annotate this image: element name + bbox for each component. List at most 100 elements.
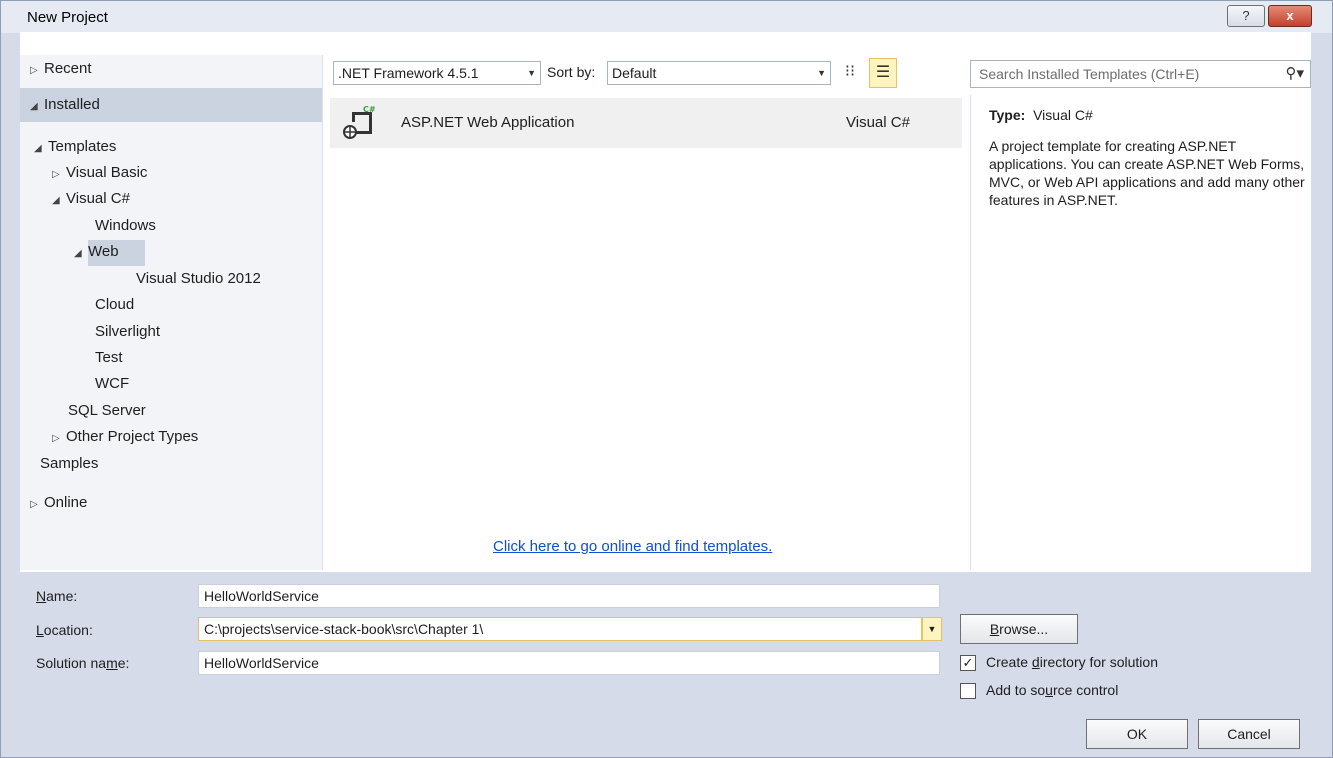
mnemonic: B xyxy=(989,621,1000,637)
solution-name-label: Solution name: xyxy=(36,655,129,671)
close-button[interactable]: x xyxy=(1268,5,1312,27)
dropdown-arrow-icon: ▼ xyxy=(817,68,826,78)
tree-item-templates[interactable]: ◢ Templates xyxy=(34,138,116,155)
expand-arrow-icon: ▷ xyxy=(52,169,60,180)
label-text: Create xyxy=(986,654,1032,670)
template-info-panel: Type: Visual C# A project template for c… xyxy=(970,95,1311,570)
tree-item-web[interactable]: ◢ Web xyxy=(74,243,119,260)
add-to-source-control-label: Add to source control xyxy=(986,682,1118,698)
dropdown-arrow-icon: ▼ xyxy=(927,624,937,634)
type-value: Visual C# xyxy=(1033,107,1093,123)
collapse-arrow-icon: ◢ xyxy=(74,248,82,259)
tree-item-wcf[interactable]: WCF xyxy=(95,375,129,392)
framework-select[interactable]: .NET Framework 4.5.1 ▼ xyxy=(333,61,541,85)
label-text: Solution na xyxy=(36,655,107,671)
label-text: irectory for solution xyxy=(1039,654,1158,670)
tree-item-samples[interactable]: Samples xyxy=(40,455,98,472)
tree-item-other-project-types[interactable]: ▷ Other Project Types xyxy=(52,428,198,445)
ok-button[interactable]: OK xyxy=(1086,719,1188,749)
small-icons-view-button[interactable]: ⁝⁝ xyxy=(836,58,864,88)
create-directory-checkbox[interactable]: ✓ xyxy=(960,655,976,671)
sort-select[interactable]: Default ▼ xyxy=(607,61,831,85)
tree-item-recent[interactable]: ▷ Recent xyxy=(30,60,92,77)
tree-item-sql-server[interactable]: SQL Server xyxy=(68,402,146,419)
solution-name-field[interactable]: HelloWorldService xyxy=(198,651,940,675)
tree-item-windows[interactable]: Windows xyxy=(95,217,156,234)
tree-label: Online xyxy=(44,494,88,511)
mnemonic: u xyxy=(1045,682,1053,698)
tree-label: Recent xyxy=(44,60,92,77)
label-text: e: xyxy=(117,655,130,671)
collapse-arrow-icon: ◢ xyxy=(34,143,42,154)
template-name: ASP.NET Web Application xyxy=(401,114,575,131)
tree-label: Visual Studio 2012 xyxy=(136,270,261,287)
tree-item-visual-studio-2012[interactable]: Visual Studio 2012 xyxy=(136,270,261,287)
tree-label: Visual Basic xyxy=(66,164,148,181)
location-dropdown-button[interactable]: ▼ xyxy=(922,617,942,641)
location-label: Location: xyxy=(36,622,93,638)
add-to-source-control-checkbox[interactable] xyxy=(960,683,976,699)
tree-label: Silverlight xyxy=(95,323,161,340)
label-text: rce control xyxy=(1052,682,1119,698)
tree-label: Cloud xyxy=(95,296,135,313)
tree-item-visual-basic[interactable]: ▷ Visual Basic xyxy=(52,164,147,181)
type-line: Type: Visual C# xyxy=(989,107,1093,123)
search-templates-box[interactable]: Search Installed Templates (Ctrl+E) ⚲▾ xyxy=(970,60,1311,88)
help-button[interactable]: ? xyxy=(1227,5,1265,27)
dropdown-arrow-icon: ▼ xyxy=(527,68,536,78)
sort-value: Default xyxy=(612,65,657,81)
label-text: Add to so xyxy=(986,682,1046,698)
divider xyxy=(322,55,323,570)
dialog-title: New Project xyxy=(27,9,108,26)
expand-arrow-icon: ▷ xyxy=(30,499,38,510)
mnemonic: L xyxy=(36,622,44,638)
template-description: A project template for creating ASP.NET … xyxy=(989,138,1305,208)
template-row-aspnet[interactable]: C# ASP.NET Web Application Visual C# xyxy=(330,98,962,148)
checkmark-icon: ✓ xyxy=(962,655,974,670)
collapse-arrow-icon: ◢ xyxy=(52,195,60,206)
csharp-badge: C# xyxy=(363,106,376,114)
name-field[interactable]: HelloWorldService xyxy=(198,584,940,608)
create-directory-label: Create directory for solution xyxy=(986,654,1158,670)
list-view-button[interactable]: ☰ xyxy=(869,58,897,88)
mnemonic: m xyxy=(106,655,118,671)
tree-label: SQL Server xyxy=(68,402,146,419)
mnemonic: d xyxy=(1031,654,1040,670)
search-icon[interactable]: ⚲▾ xyxy=(1285,64,1304,82)
tree-label: Samples xyxy=(40,455,99,472)
tree-label: Templates xyxy=(48,138,117,155)
search-placeholder: Search Installed Templates (Ctrl+E) xyxy=(979,66,1200,82)
label-text: ocation: xyxy=(43,622,93,638)
sort-by-label: Sort by: xyxy=(547,64,596,80)
collapse-arrow-icon: ◢ xyxy=(30,101,38,112)
framework-value: .NET Framework 4.5.1 xyxy=(338,65,479,81)
cancel-button[interactable]: Cancel xyxy=(1198,719,1300,749)
location-field[interactable]: C:\projects\service-stack-book\src\Chapt… xyxy=(198,617,922,641)
template-language: Visual C# xyxy=(846,114,910,131)
list-icon: ☰ xyxy=(875,64,891,81)
tree-label: Visual C# xyxy=(66,190,130,207)
tree-item-cloud[interactable]: Cloud xyxy=(95,296,134,313)
mnemonic: N xyxy=(36,588,47,604)
expand-arrow-icon: ▷ xyxy=(30,65,38,76)
tree-item-online[interactable]: ▷ Online xyxy=(30,494,87,511)
tree-label: Installed xyxy=(44,96,100,113)
button-label: rowse... xyxy=(999,621,1049,637)
name-label: Name: xyxy=(36,588,77,604)
tree-item-visual-csharp[interactable]: ◢ Visual C# xyxy=(52,190,130,207)
tree-label: Windows xyxy=(95,217,156,234)
tree-item-silverlight[interactable]: Silverlight xyxy=(95,323,160,340)
template-tree-panel xyxy=(20,55,322,570)
online-templates-link[interactable]: Click here to go online and find templat… xyxy=(493,538,772,555)
tree-label: Other Project Types xyxy=(66,428,199,445)
tree-label: WCF xyxy=(95,375,130,392)
browse-button[interactable]: Browse... xyxy=(960,614,1078,644)
tree-label: Test xyxy=(95,349,123,366)
tree-label: Web xyxy=(88,243,119,260)
aspnet-project-icon: C# xyxy=(343,106,376,139)
tree-item-test[interactable]: Test xyxy=(95,349,123,366)
label-text: ame: xyxy=(46,588,78,604)
title-bar: New Project ? x xyxy=(1,1,1332,33)
expand-arrow-icon: ▷ xyxy=(52,433,60,444)
tree-item-installed[interactable]: ◢ Installed xyxy=(30,96,100,113)
